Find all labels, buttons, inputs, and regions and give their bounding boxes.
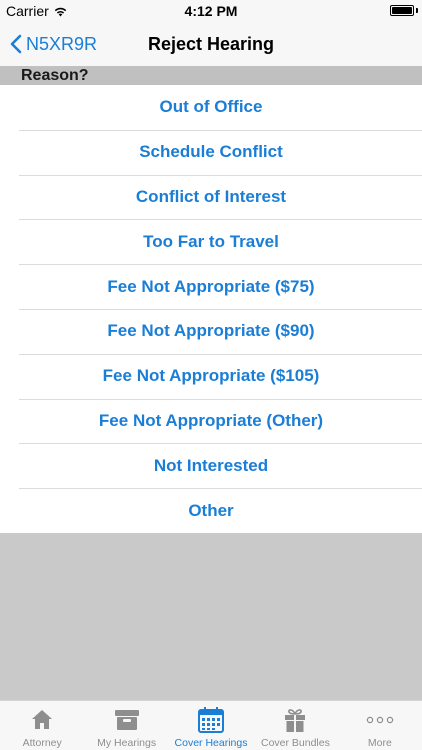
chevron-left-icon [10, 34, 22, 54]
tab-label: More [367, 737, 392, 749]
reason-options-list: Out of Office Schedule Conflict Conflict… [0, 85, 422, 533]
tab-cover-hearings[interactable]: Cover Hearings [169, 701, 253, 750]
tab-my-hearings[interactable]: My Hearings [84, 701, 168, 750]
option-fee-90[interactable]: Fee Not Appropriate ($90) [0, 308, 422, 354]
house-icon [28, 706, 56, 734]
option-conflict-of-interest[interactable]: Conflict of Interest [0, 174, 422, 220]
back-button[interactable]: N5XR9R [10, 22, 97, 66]
battery-tip [416, 8, 418, 13]
tab-label: Cover Bundles [260, 737, 330, 749]
archive-box-icon [113, 706, 141, 734]
tab-cover-bundles[interactable]: Cover Bundles [253, 701, 337, 750]
option-other[interactable]: Other [0, 488, 422, 533]
section-header-label: Reason? [21, 67, 89, 84]
more-dots-icon [366, 706, 394, 734]
battery-icon [390, 5, 414, 16]
tab-label: Attorney [22, 737, 62, 749]
status-bar: Carrier 4:12 PM [0, 0, 422, 22]
option-out-of-office[interactable]: Out of Office [0, 85, 422, 130]
back-label: N5XR9R [26, 33, 98, 54]
option-fee-75[interactable]: Fee Not Appropriate ($75) [0, 264, 422, 309]
option-fee-other[interactable]: Fee Not Appropriate (Other) [0, 398, 422, 444]
option-too-far-to-travel[interactable]: Too Far to Travel [0, 219, 422, 264]
option-fee-105[interactable]: Fee Not Appropriate ($105) [0, 353, 422, 399]
tab-bar: Attorney My Hearings Cover Hearings Cove… [0, 700, 422, 750]
calendar-icon [197, 706, 225, 734]
gift-icon [281, 706, 309, 734]
section-header: Reason? [0, 66, 422, 85]
option-schedule-conflict[interactable]: Schedule Conflict [0, 129, 422, 175]
tab-label: My Hearings [97, 737, 157, 749]
option-not-interested[interactable]: Not Interested [0, 443, 422, 488]
tab-more[interactable]: More [338, 701, 422, 750]
navigation-bar: Reject Hearing N5XR9R [0, 22, 422, 66]
tab-label: Cover Hearings [174, 737, 248, 749]
tab-attorney[interactable]: Attorney [0, 701, 84, 750]
status-time: 4:12 PM [184, 3, 238, 19]
